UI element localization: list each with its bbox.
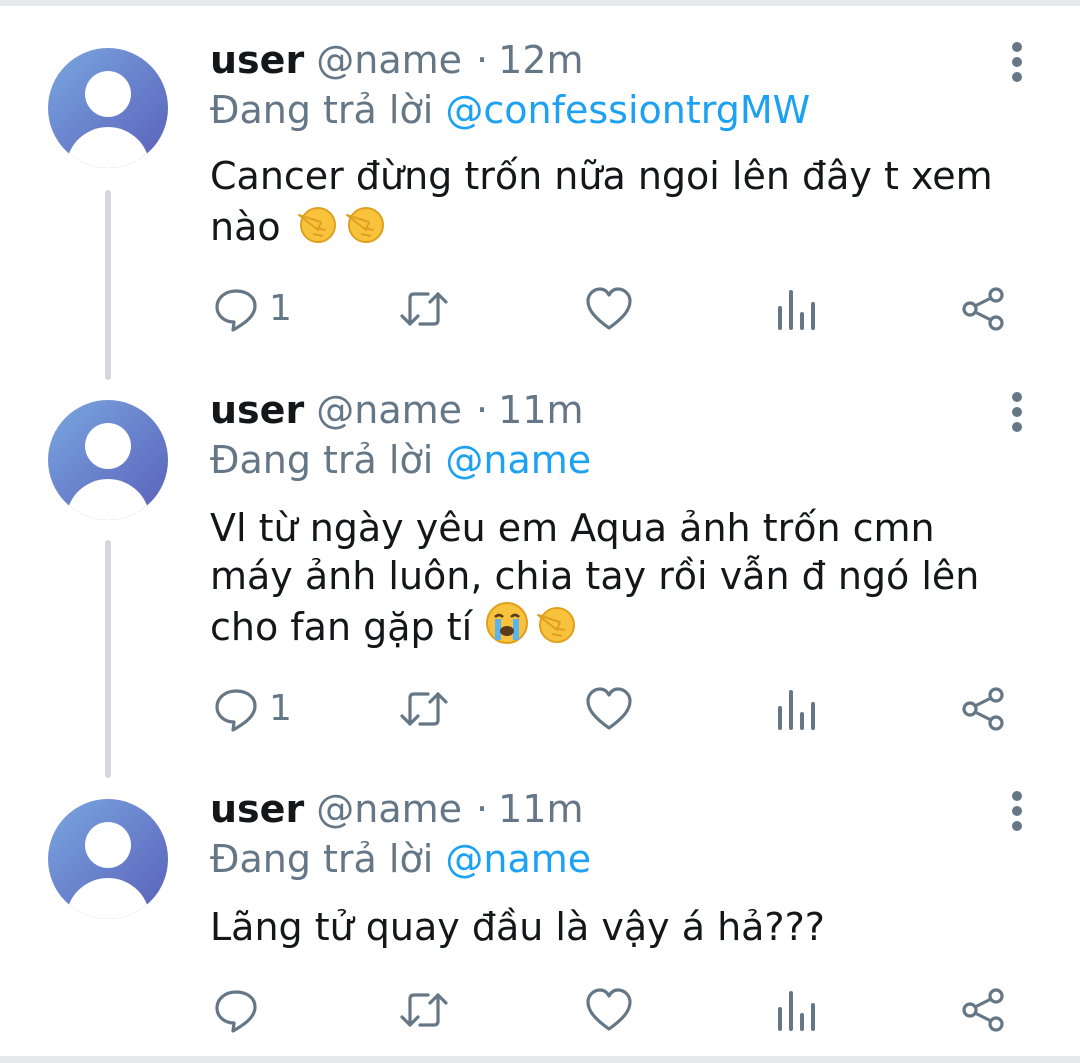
more-vertical-icon (1012, 806, 1022, 816)
heart-icon (586, 687, 632, 730)
avatar-head (85, 822, 131, 868)
crying-face-emoji-icon (484, 600, 530, 657)
more-vertical-icon (1012, 392, 1022, 402)
display-name[interactable]: user (210, 787, 304, 831)
share-button[interactable] (960, 985, 1006, 1035)
timestamp[interactable]: 11m (498, 787, 583, 831)
more-vertical-icon (1012, 72, 1022, 82)
heart-icon (586, 988, 632, 1031)
avatar[interactable] (48, 48, 168, 168)
heart-icon (586, 287, 632, 330)
pointing-hand-emoji-icon (293, 200, 339, 257)
tweet-actions: 1 (0, 684, 1080, 734)
avatar-head (85, 71, 131, 117)
replying-to: Đang trả lời @name (210, 835, 591, 883)
analytics-icon (778, 290, 815, 330)
avatar-head (85, 423, 131, 469)
pointing-hand-emoji-icon (532, 600, 578, 657)
retweet-icon (400, 692, 448, 726)
reply-button[interactable]: 1 (213, 284, 303, 334)
tweet-body-text: Lãng tử quay đầu là vậy á hả??? (210, 905, 825, 949)
tweet-header: user @name · 11m (210, 388, 584, 432)
more-options-button[interactable] (1004, 40, 1030, 90)
replying-to: Đang trả lời @confessiontrgMW (210, 86, 810, 134)
more-options-button[interactable] (1004, 789, 1030, 839)
display-name[interactable]: user (210, 38, 304, 82)
retweet-button[interactable] (398, 985, 450, 1035)
replying-to-label: Đang trả lời (210, 438, 434, 482)
reply-mention-link[interactable]: @confessiontrgMW (445, 88, 810, 132)
tweet-actions: 1 (0, 284, 1080, 334)
reply-button[interactable] (213, 985, 303, 1035)
reply-button[interactable]: 1 (213, 684, 303, 734)
timestamp[interactable]: 11m (498, 388, 583, 432)
share-button[interactable] (960, 284, 1006, 334)
more-vertical-icon (1012, 42, 1022, 52)
reply-icon (215, 289, 257, 332)
retweet-icon (400, 993, 448, 1027)
analytics-button[interactable] (775, 284, 817, 334)
tweet-text: Vl từ ngày yêu em Aqua ảnh trốn cmn máy … (210, 504, 1010, 657)
like-button[interactable] (585, 985, 633, 1035)
more-vertical-icon (1012, 821, 1022, 831)
tweet-header: user @name · 11m (210, 787, 584, 831)
tweet-text: Cancer đừng trốn nữa ngoi lên đây t xem … (210, 152, 1030, 257)
tweet-text: Lãng tử quay đầu là vậy á hả??? (210, 903, 1030, 951)
retweet-icon (400, 292, 448, 326)
more-vertical-icon (1012, 57, 1022, 67)
reply-icon (215, 689, 257, 732)
retweet-button[interactable] (398, 684, 450, 734)
replying-to: Đang trả lời @name (210, 436, 591, 484)
avatar-body (66, 878, 150, 919)
more-vertical-icon (1012, 791, 1022, 801)
reply-count: 1 (269, 288, 292, 329)
avatar-body (66, 479, 150, 520)
user-handle[interactable]: @name (316, 38, 462, 82)
more-vertical-icon (1012, 422, 1022, 432)
user-handle[interactable]: @name (316, 388, 462, 432)
top-divider (0, 0, 1080, 6)
share-button[interactable] (960, 684, 1006, 734)
reply-mention-link[interactable]: @name (445, 837, 591, 881)
analytics-icon (778, 690, 815, 730)
timestamp[interactable]: 12m (498, 38, 583, 82)
share-icon (962, 287, 1004, 331)
reply-icon (215, 990, 257, 1033)
separator-dot: · (476, 388, 489, 432)
more-options-button[interactable] (1004, 390, 1030, 440)
display-name[interactable]: user (210, 388, 304, 432)
tweet-body-text: Vl từ ngày yêu em Aqua ảnh trốn cmn máy … (210, 506, 980, 649)
reply-mention-link[interactable]: @name (445, 438, 591, 482)
like-button[interactable] (585, 284, 633, 334)
separator-dot: · (476, 787, 489, 831)
analytics-button[interactable] (775, 985, 817, 1035)
analytics-button[interactable] (775, 684, 817, 734)
share-icon (962, 687, 1004, 731)
tweet-header: user @name · 12m (210, 38, 584, 82)
retweet-button[interactable] (398, 284, 450, 334)
separator-dot: · (476, 38, 489, 82)
avatar[interactable] (48, 400, 168, 520)
replying-to-label: Đang trả lời (210, 837, 434, 881)
thread-connector (105, 540, 111, 778)
reply-count: 1 (269, 688, 292, 729)
avatar[interactable] (48, 799, 168, 919)
avatar-body (66, 127, 150, 168)
user-handle[interactable]: @name (316, 787, 462, 831)
tweet-actions (0, 985, 1080, 1035)
pointing-hand-emoji-icon (341, 200, 387, 257)
like-button[interactable] (585, 684, 633, 734)
replying-to-label: Đang trả lời (210, 88, 434, 132)
bottom-divider (0, 1056, 1080, 1063)
analytics-icon (778, 991, 815, 1031)
share-icon (962, 988, 1004, 1032)
more-vertical-icon (1012, 407, 1022, 417)
